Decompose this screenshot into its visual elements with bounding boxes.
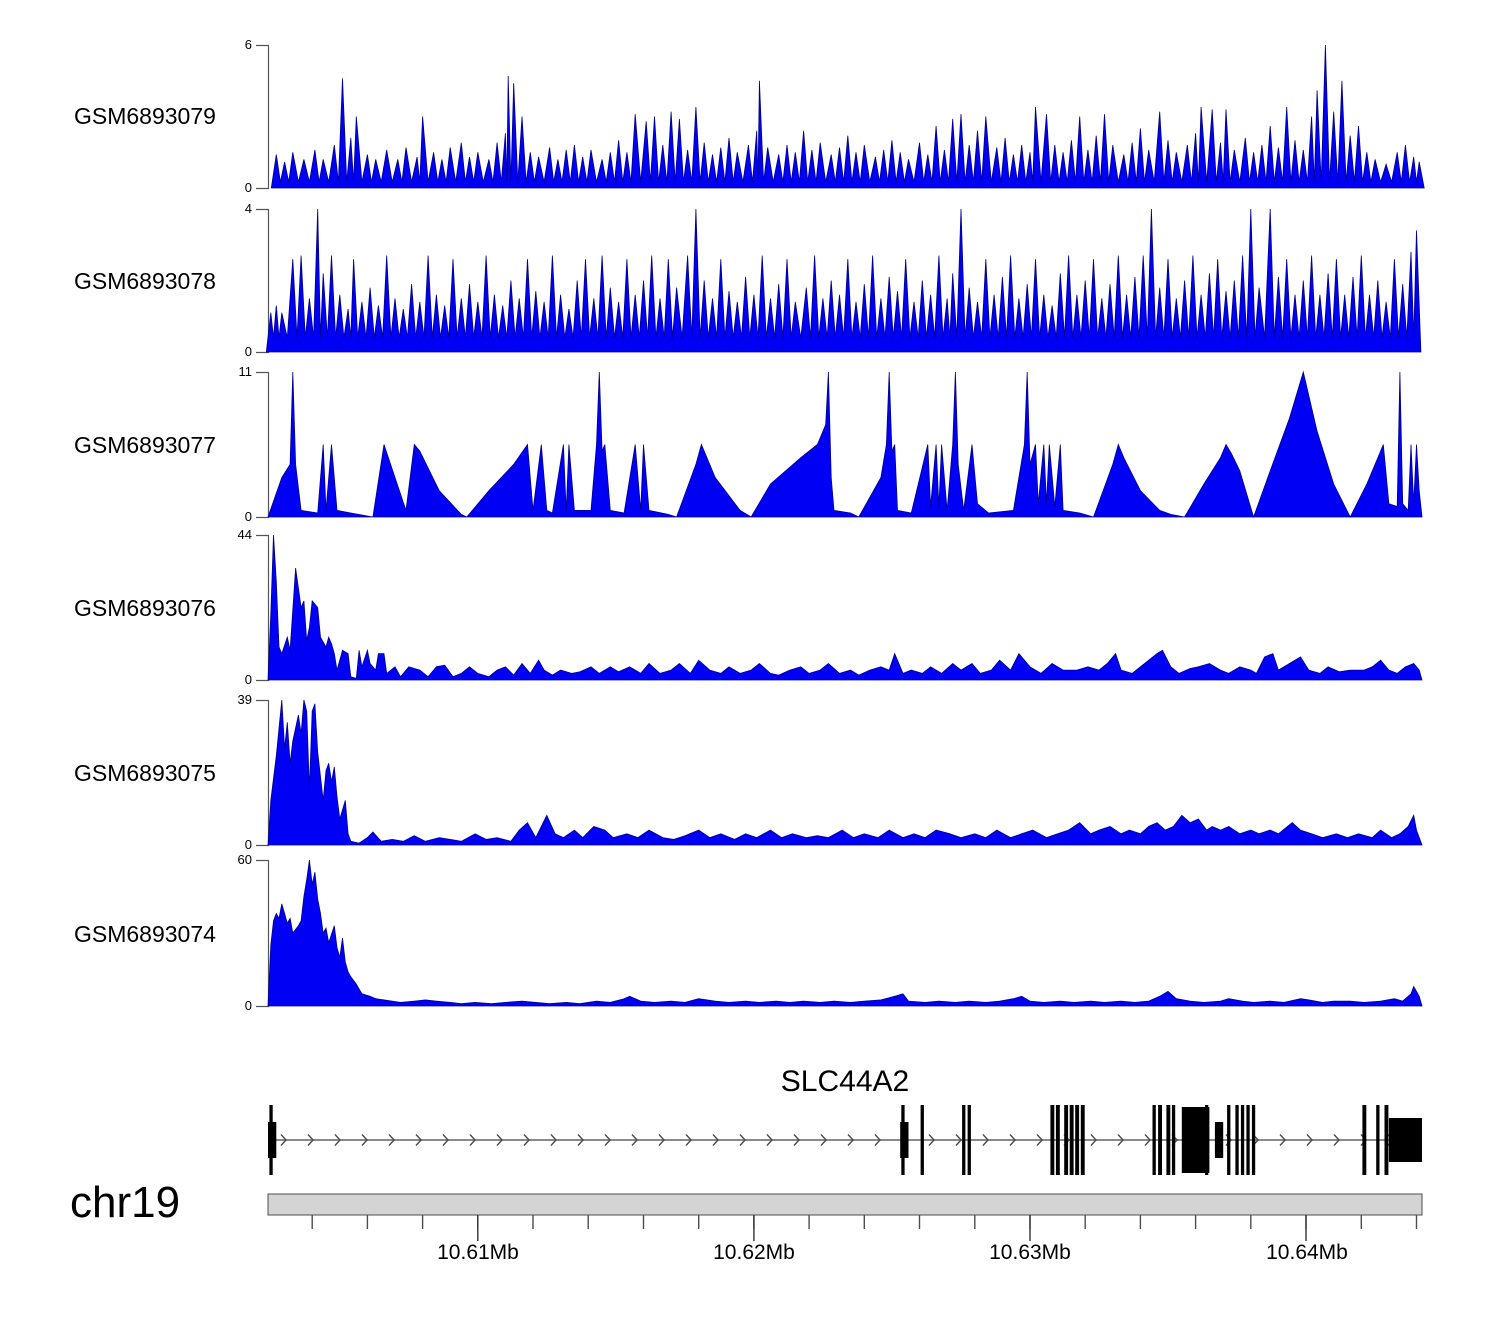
exon-l [269,1105,272,1175]
y-zero-label-track2: 0 [178,344,252,360]
exon-l [1070,1105,1074,1175]
track-label-gsm6893078: GSM6893078 [74,266,274,296]
genome-axis [268,1194,1422,1241]
coverage-area [268,700,1422,845]
exon-l [1158,1105,1162,1175]
y-max-label-track5: 39 [178,692,252,708]
track-label-gsm6893076: GSM6893076 [74,593,274,623]
exon-l [1227,1105,1230,1175]
track-label-gsm6893077: GSM6893077 [74,430,274,460]
genome-browser-view: GSM6893079 GSM6893078 GSM6893077 GSM6893… [0,0,1500,1320]
exon-l [1081,1105,1085,1175]
y-zero-label-track4: 0 [178,672,252,688]
exon-l [1235,1105,1238,1175]
exon-l [1050,1105,1054,1175]
track-label-gsm6893075: GSM6893075 [74,758,274,788]
exon-l [1064,1105,1068,1175]
exon-l [1075,1105,1079,1175]
exon-l [1252,1105,1255,1175]
exon-l [1246,1105,1249,1175]
coverage-area [268,860,1422,1006]
y-zero-label-track6: 0 [178,998,252,1014]
gene-name-label: SLC44A2 [745,1066,945,1098]
coverage-track-GSM6893078 [256,209,1421,353]
chromosome-label: chr19 [70,1180,290,1226]
coverage-area [271,45,1424,188]
exon-l [1241,1105,1244,1175]
gene-model-SLC44A2 [268,1105,1422,1175]
exon-l [1056,1105,1060,1175]
exon-l [1166,1105,1170,1175]
y-max-label-track2: 4 [178,201,252,217]
y-zero-label-track1: 0 [178,180,252,196]
coverage-track-GSM6893079 [256,45,1424,189]
exon-l [921,1105,924,1175]
exon-l [962,1105,965,1175]
exon-l [1385,1105,1389,1175]
exon-l [1153,1105,1156,1175]
exon-l [1205,1105,1208,1175]
axis-tick-label-10-64mb: 10.64Mb [1247,1241,1367,1265]
coverage-track-GSM6893075 [256,700,1422,846]
y-max-label-track4: 44 [178,527,252,543]
coverage-area [268,372,1422,517]
exon-u [1215,1122,1223,1158]
y-zero-label-track5: 0 [178,837,252,853]
coverage-track-GSM6893077 [256,372,1422,518]
chromosome-bar [268,1194,1422,1215]
track-label-gsm6893079: GSM6893079 [74,101,274,131]
coverage-track-GSM6893074 [256,860,1422,1007]
exon-l [901,1105,904,1175]
exon-l [1376,1105,1379,1175]
y-zero-label-track3: 0 [178,509,252,525]
y-max-label-track3: 11 [178,364,252,380]
exon-b [1389,1118,1422,1162]
exon-l [1172,1105,1175,1175]
axis-tick-label-10-63mb: 10.63Mb [970,1241,1090,1265]
axis-tick-label-10-62mb: 10.62Mb [694,1241,814,1265]
y-max-label-track6: 60 [178,852,252,868]
coverage-area [268,535,1422,680]
axis-tick-label-10-61mb: 10.61Mb [418,1241,538,1265]
y-max-label-track1: 6 [178,37,252,53]
exon-l [1362,1105,1366,1175]
exon-l [968,1105,971,1175]
genome-tracks-graphic [0,0,1500,1320]
track-label-gsm6893074: GSM6893074 [74,919,274,949]
coverage-area [266,209,1421,352]
coverage-track-GSM6893076 [256,535,1422,681]
